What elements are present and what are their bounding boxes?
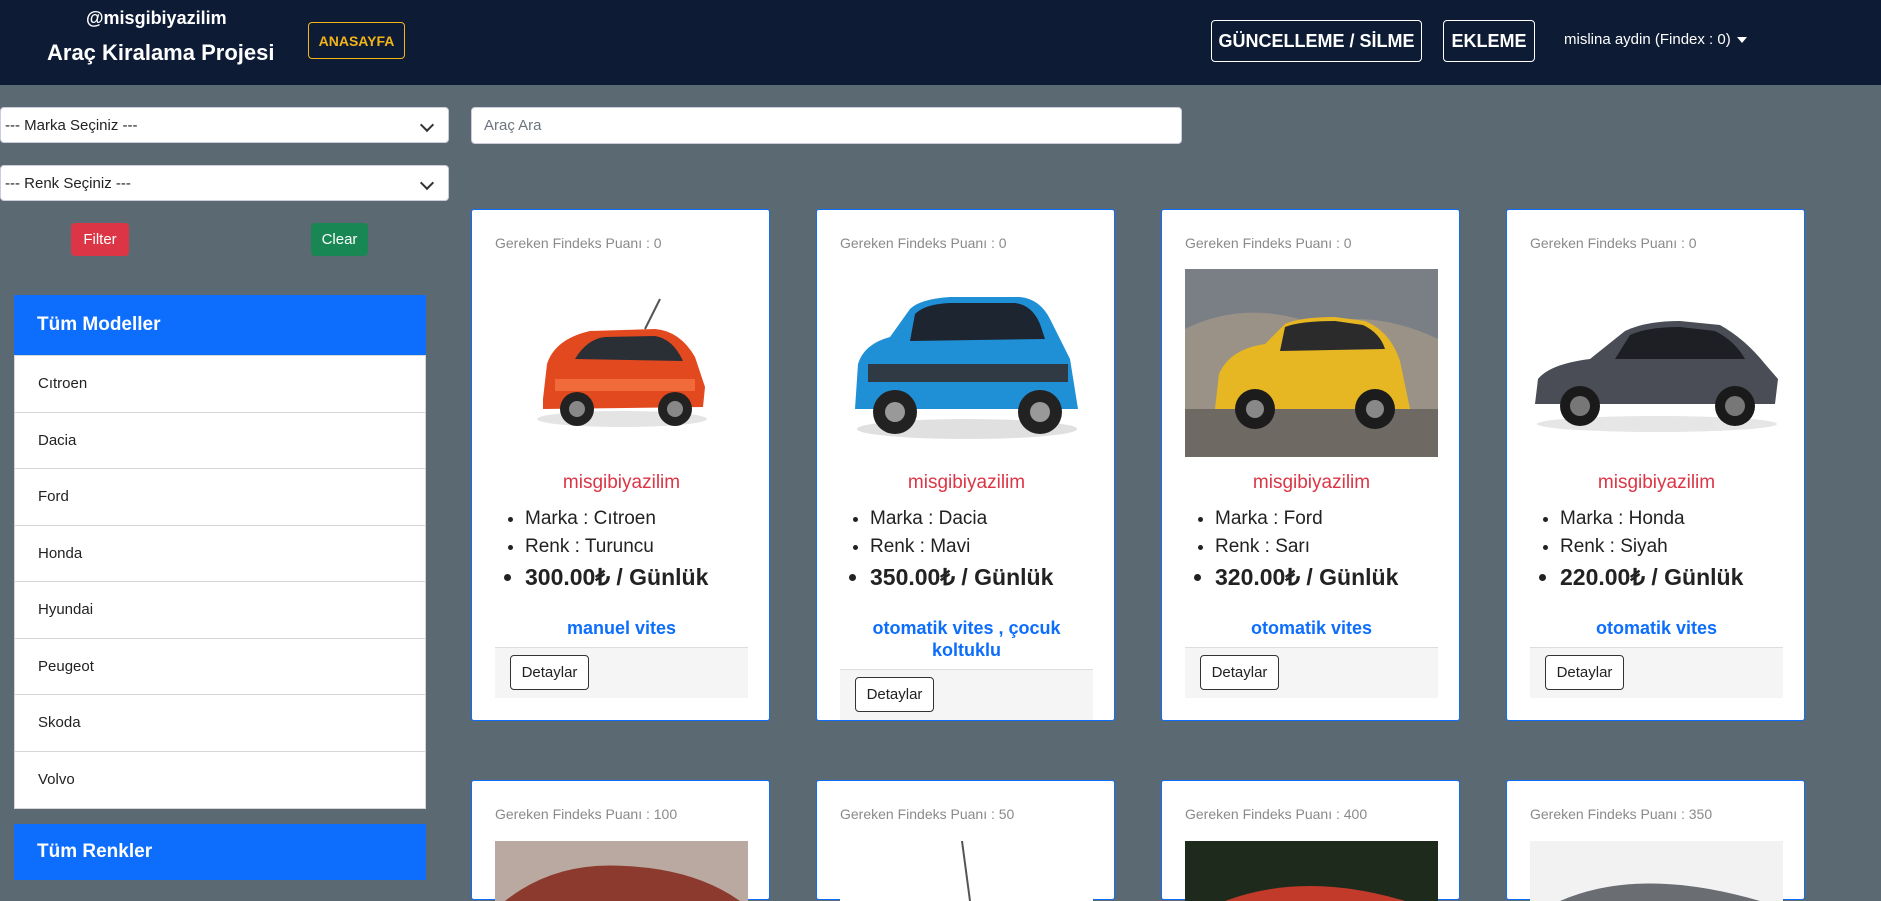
car-price: 350.00₺ / Günlük bbox=[870, 564, 1053, 591]
chevron-down-icon bbox=[419, 175, 435, 191]
brand-title[interactable]: Araç Kiralama Projesi bbox=[47, 40, 274, 66]
owner-name: misgibiyazilim bbox=[907, 472, 1026, 493]
caret-down-icon bbox=[1736, 36, 1747, 43]
details-button[interactable]: Detaylar bbox=[1200, 655, 1279, 690]
card-footer: Detaylar bbox=[840, 669, 1093, 720]
car-color: Renk : Turuncu bbox=[525, 536, 708, 558]
car-image bbox=[1530, 269, 1783, 457]
color-select[interactable]: --- Renk Seçiniz --- bbox=[0, 165, 449, 201]
car-image bbox=[840, 841, 1093, 901]
car-brand: Marka : Dacia bbox=[870, 508, 1053, 530]
car-card: Gereken Findeks Puanı : 0 misgibiyazilim… bbox=[816, 209, 1115, 721]
all-colors-header[interactable]: Tüm Renkler bbox=[14, 824, 426, 880]
car-image bbox=[840, 269, 1093, 457]
car-description: manuel vites bbox=[566, 618, 677, 638]
car-info-list: Marka : Cıtroen Renk : Turuncu 300.00₺ /… bbox=[495, 508, 708, 597]
brand-list-item[interactable]: Honda bbox=[15, 526, 425, 582]
owner-name: misgibiyazilim bbox=[1252, 472, 1371, 493]
findex-requirement: Gereken Findeks Puanı : 0 bbox=[495, 235, 662, 251]
user-menu[interactable]: mislina aydin (Findex : 0) bbox=[1564, 31, 1747, 48]
car-price: 220.00₺ / Günlük bbox=[1560, 564, 1743, 591]
update-delete-button[interactable]: GÜNCELLEME / SİLME bbox=[1211, 20, 1422, 62]
card-footer: Detaylar bbox=[1530, 647, 1783, 698]
card-footer: Detaylar bbox=[1185, 647, 1438, 698]
car-color: Renk : Mavi bbox=[870, 536, 1053, 558]
clear-button[interactable]: Clear bbox=[311, 223, 368, 256]
car-brand: Marka : Honda bbox=[1560, 508, 1743, 530]
brand-handle[interactable]: @misgibiyazilim bbox=[86, 8, 227, 29]
car-description: otomatik vites , çocuk koltuklu bbox=[872, 618, 1061, 660]
car-image bbox=[1185, 841, 1438, 901]
filter-button[interactable]: Filter bbox=[71, 223, 129, 256]
findex-requirement: Gereken Findeks Puanı : 0 bbox=[1185, 235, 1352, 251]
car-info-list: Marka : Ford Renk : Sarı 320.00₺ / Günlü… bbox=[1185, 508, 1398, 597]
car-color: Renk : Sarı bbox=[1215, 536, 1398, 558]
findex-requirement: Gereken Findeks Puanı : 0 bbox=[840, 235, 1007, 251]
brand-list-item[interactable]: Cıtroen bbox=[15, 356, 425, 413]
home-button[interactable]: ANASAYFA bbox=[308, 22, 405, 59]
details-button[interactable]: Detaylar bbox=[510, 655, 589, 690]
car-info-list: Marka : Honda Renk : Siyah 220.00₺ / Gün… bbox=[1530, 508, 1743, 597]
car-image bbox=[1530, 841, 1783, 901]
brand-select[interactable]: --- Marka Seçiniz --- bbox=[0, 107, 449, 143]
car-card: Gereken Findeks Puanı : 50 bbox=[816, 780, 1115, 901]
car-card: Gereken Findeks Puanı : 350 bbox=[1506, 780, 1805, 901]
findex-requirement: Gereken Findeks Puanı : 100 bbox=[495, 806, 678, 822]
brand-list: Cıtroen Dacia Ford Honda Hyundai Peugeot… bbox=[14, 355, 426, 809]
car-color: Renk : Siyah bbox=[1560, 536, 1743, 558]
car-brand: Marka : Cıtroen bbox=[525, 508, 708, 530]
owner-name: misgibiyazilim bbox=[1597, 472, 1716, 493]
car-card: Gereken Findeks Puanı : 0 misgibiyazilim… bbox=[1506, 209, 1805, 721]
car-card: Gereken Findeks Puanı : 0 misgibiyazilim… bbox=[471, 209, 770, 721]
car-description: otomatik vites bbox=[1250, 618, 1373, 638]
findex-requirement: Gereken Findeks Puanı : 350 bbox=[1530, 806, 1713, 822]
car-image bbox=[495, 269, 748, 457]
findex-requirement: Gereken Findeks Puanı : 50 bbox=[840, 806, 1015, 822]
car-card: Gereken Findeks Puanı : 400 bbox=[1161, 780, 1460, 901]
brand-list-item[interactable]: Dacia bbox=[15, 413, 425, 469]
details-button[interactable]: Detaylar bbox=[1545, 655, 1624, 690]
car-description: otomatik vites bbox=[1595, 618, 1718, 638]
brand-list-item[interactable]: Peugeot bbox=[15, 639, 425, 695]
car-card: Gereken Findeks Puanı : 100 bbox=[471, 780, 770, 901]
car-card: Gereken Findeks Puanı : 0 misgibiyazilim… bbox=[1161, 209, 1460, 721]
car-price: 320.00₺ / Günlük bbox=[1215, 564, 1398, 591]
findex-requirement: Gereken Findeks Puanı : 0 bbox=[1530, 235, 1697, 251]
brand-select-value: --- Marka Seçiniz --- bbox=[5, 116, 138, 134]
brand-list-item[interactable]: Skoda bbox=[15, 695, 425, 752]
details-button[interactable]: Detaylar bbox=[855, 677, 934, 712]
car-price: 300.00₺ / Günlük bbox=[525, 564, 708, 591]
brand-list-item[interactable]: Hyundai bbox=[15, 582, 425, 639]
chevron-down-icon bbox=[419, 117, 435, 133]
search-input[interactable]: Araç Ara bbox=[471, 107, 1182, 144]
brand-list-item[interactable]: Volvo bbox=[15, 752, 425, 809]
navbar: @misgibiyazilim Araç Kiralama Projesi AN… bbox=[0, 0, 1881, 85]
brand-list-item[interactable]: Ford bbox=[15, 469, 425, 526]
car-info-list: Marka : Dacia Renk : Mavi 350.00₺ / Günl… bbox=[840, 508, 1053, 597]
owner-name: misgibiyazilim bbox=[562, 472, 681, 493]
all-models-header[interactable]: Tüm Modeller bbox=[14, 295, 426, 355]
car-image bbox=[495, 841, 748, 901]
car-image bbox=[1185, 269, 1438, 457]
user-menu-label: mislina aydin (Findex : 0) bbox=[1564, 31, 1731, 48]
car-brand: Marka : Ford bbox=[1215, 508, 1398, 530]
color-select-value: --- Renk Seçiniz --- bbox=[5, 174, 131, 192]
card-footer: Detaylar bbox=[495, 647, 748, 698]
add-button[interactable]: EKLEME bbox=[1443, 20, 1535, 62]
findex-requirement: Gereken Findeks Puanı : 400 bbox=[1185, 806, 1368, 822]
